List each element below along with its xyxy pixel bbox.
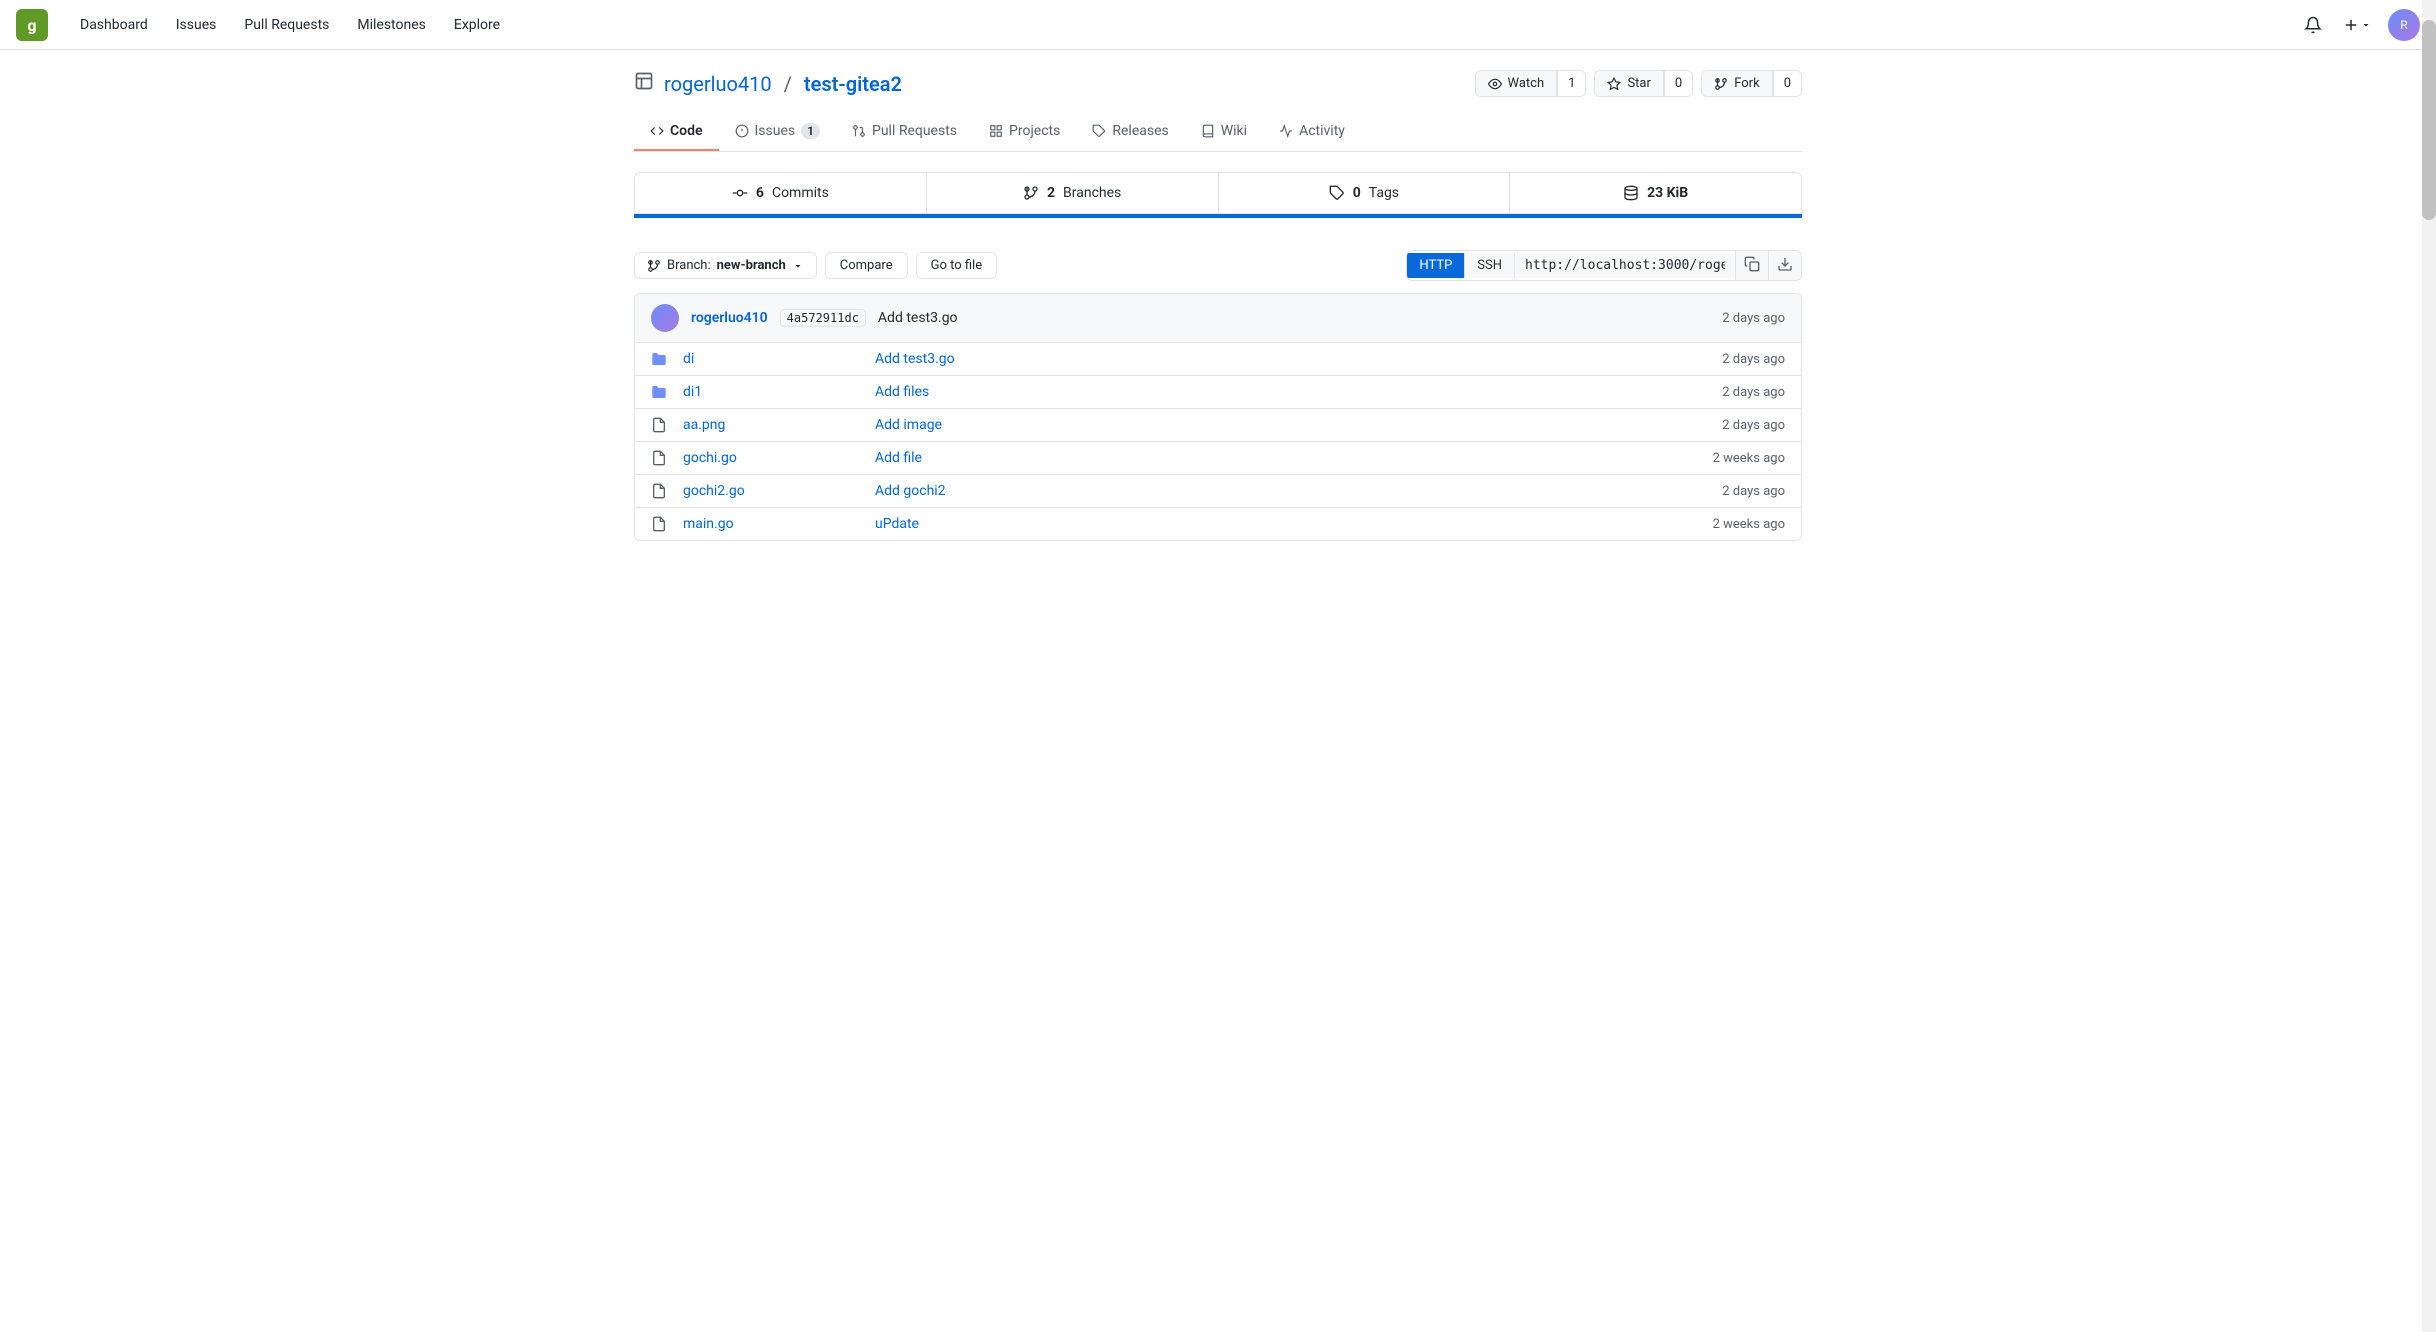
nav-issues[interactable]: Issues <box>164 11 229 39</box>
folder-icon <box>651 351 671 367</box>
copy-url-button[interactable] <box>1735 251 1768 280</box>
repo-actions: Watch 1 Star 0 <box>1475 70 1802 97</box>
scrollbar-thumb[interactable] <box>2422 20 2436 220</box>
commit-author-link[interactable]: rogerluo410 <box>691 310 768 326</box>
tab-activity[interactable]: Activity <box>1263 113 1361 151</box>
repo-title: rogerluo410 / test-gitea2 <box>634 71 902 96</box>
file-rows: di Add test3.go 2 days ago di1 Add files… <box>635 343 1801 540</box>
file-time: 2 days ago <box>1722 418 1785 433</box>
repo-name[interactable]: test-gitea2 <box>804 72 902 96</box>
page-content: rogerluo410 / test-gitea2 Watch 1 <box>618 50 1818 561</box>
table-row: di Add test3.go 2 days ago <box>635 343 1801 376</box>
repo-icon <box>634 71 654 96</box>
top-nav: g Dashboard Issues Pull Requests Milesto… <box>0 0 2436 50</box>
latest-commit: rogerluo410 4a572911dc Add test3.go 2 da… <box>635 294 1801 343</box>
commit-time: 2 days ago <box>1722 311 1785 326</box>
clone-url-input[interactable] <box>1515 253 1735 278</box>
file-time: 2 days ago <box>1722 484 1785 499</box>
file-name[interactable]: di <box>683 351 863 367</box>
star-group: Star 0 <box>1594 70 1693 97</box>
file-commit-message: Add files <box>875 384 1710 400</box>
toolbar: Branch: new-branch Compare Go to file HT… <box>634 238 1802 293</box>
table-row: gochi.go Add file 2 weeks ago <box>635 442 1801 475</box>
fork-button[interactable]: Fork <box>1702 71 1772 96</box>
stats-bar: 6 Commits 2 Branches 0 Tags 2 <box>634 172 1802 214</box>
file-table: rogerluo410 4a572911dc Add test3.go 2 da… <box>634 293 1802 541</box>
table-row: main.go uPdate 2 weeks ago <box>635 508 1801 540</box>
file-time: 2 weeks ago <box>1713 517 1785 532</box>
file-name[interactable]: di1 <box>683 384 863 400</box>
file-icon <box>651 483 671 499</box>
file-commit-message: Add image <box>875 417 1710 433</box>
file-name[interactable]: gochi2.go <box>683 483 863 499</box>
fork-group: Fork 0 <box>1701 70 1802 97</box>
nav-explore[interactable]: Explore <box>442 11 512 39</box>
file-commit-message: Add file <box>875 450 1701 466</box>
branches-stat[interactable]: 2 Branches <box>927 173 1219 213</box>
branch-selector[interactable]: Branch: new-branch <box>634 252 817 279</box>
tab-projects[interactable]: Projects <box>973 113 1076 151</box>
file-name[interactable]: main.go <box>683 516 863 532</box>
goto-file-button[interactable]: Go to file <box>916 252 998 279</box>
table-row: gochi2.go Add gochi2 2 days ago <box>635 475 1801 508</box>
file-icon <box>651 450 671 466</box>
avatar[interactable]: R <box>2388 9 2420 41</box>
fork-count: 0 <box>1773 71 1801 96</box>
file-name[interactable]: aa.png <box>683 417 863 433</box>
compare-button[interactable]: Compare <box>825 252 908 279</box>
tab-issues[interactable]: Issues 1 <box>719 113 837 151</box>
repo-tabs: Code Issues 1 Pull Requests Projects <box>634 113 1802 152</box>
star-count: 0 <box>1664 71 1692 96</box>
watch-count: 1 <box>1557 71 1585 96</box>
scrollbar[interactable] <box>2422 0 2436 1332</box>
watch-button[interactable]: Watch <box>1476 71 1558 96</box>
toolbar-left: Branch: new-branch Compare Go to file <box>634 252 997 279</box>
file-icon <box>651 417 671 433</box>
star-button[interactable]: Star <box>1595 71 1663 96</box>
tags-stat[interactable]: 0 Tags <box>1219 173 1511 213</box>
commit-hash[interactable]: 4a572911dc <box>780 309 866 327</box>
file-icon <box>651 516 671 532</box>
repo-owner[interactable]: rogerluo410 <box>664 72 772 96</box>
table-row: di1 Add files 2 days ago <box>635 376 1801 409</box>
nav-milestones[interactable]: Milestones <box>345 11 438 39</box>
file-time: 2 weeks ago <box>1713 451 1785 466</box>
commit-author-avatar <box>651 304 679 332</box>
clone-group: HTTP SSH <box>1406 250 1802 281</box>
nav-logo[interactable]: g <box>16 9 48 41</box>
nav-pull-requests[interactable]: Pull Requests <box>232 11 341 39</box>
download-button[interactable] <box>1768 251 1801 280</box>
file-time: 2 days ago <box>1722 352 1785 367</box>
progress-bar <box>634 214 1802 218</box>
file-commit-message: Add gochi2 <box>875 483 1710 499</box>
file-commit-message: uPdate <box>875 516 1701 532</box>
watch-group: Watch 1 <box>1475 70 1587 97</box>
folder-icon <box>651 384 671 400</box>
tab-wiki[interactable]: Wiki <box>1185 113 1263 151</box>
nav-actions: R <box>2300 9 2420 41</box>
svg-text:g: g <box>27 16 36 35</box>
size-stat: 23 KiB <box>1510 173 1801 213</box>
issues-badge: 1 <box>801 123 820 139</box>
notification-icon[interactable] <box>2300 12 2326 38</box>
file-name[interactable]: gochi.go <box>683 450 863 466</box>
repo-header: rogerluo410 / test-gitea2 Watch 1 <box>634 70 1802 97</box>
tab-code[interactable]: Code <box>634 113 719 151</box>
commit-message: Add test3.go <box>878 310 958 326</box>
file-time: 2 days ago <box>1722 385 1785 400</box>
http-button[interactable]: HTTP <box>1407 253 1465 278</box>
toolbar-right: HTTP SSH <box>1406 250 1802 281</box>
tab-releases[interactable]: Releases <box>1076 113 1184 151</box>
ssh-button[interactable]: SSH <box>1465 253 1515 278</box>
file-commit-message: Add test3.go <box>875 351 1710 367</box>
tab-pull-requests[interactable]: Pull Requests <box>836 113 973 151</box>
nav-links: Dashboard Issues Pull Requests Milestone… <box>68 11 2300 39</box>
table-row: aa.png Add image 2 days ago <box>635 409 1801 442</box>
commits-stat[interactable]: 6 Commits <box>635 173 927 213</box>
plus-icon[interactable] <box>2338 12 2376 38</box>
nav-dashboard[interactable]: Dashboard <box>68 11 160 39</box>
